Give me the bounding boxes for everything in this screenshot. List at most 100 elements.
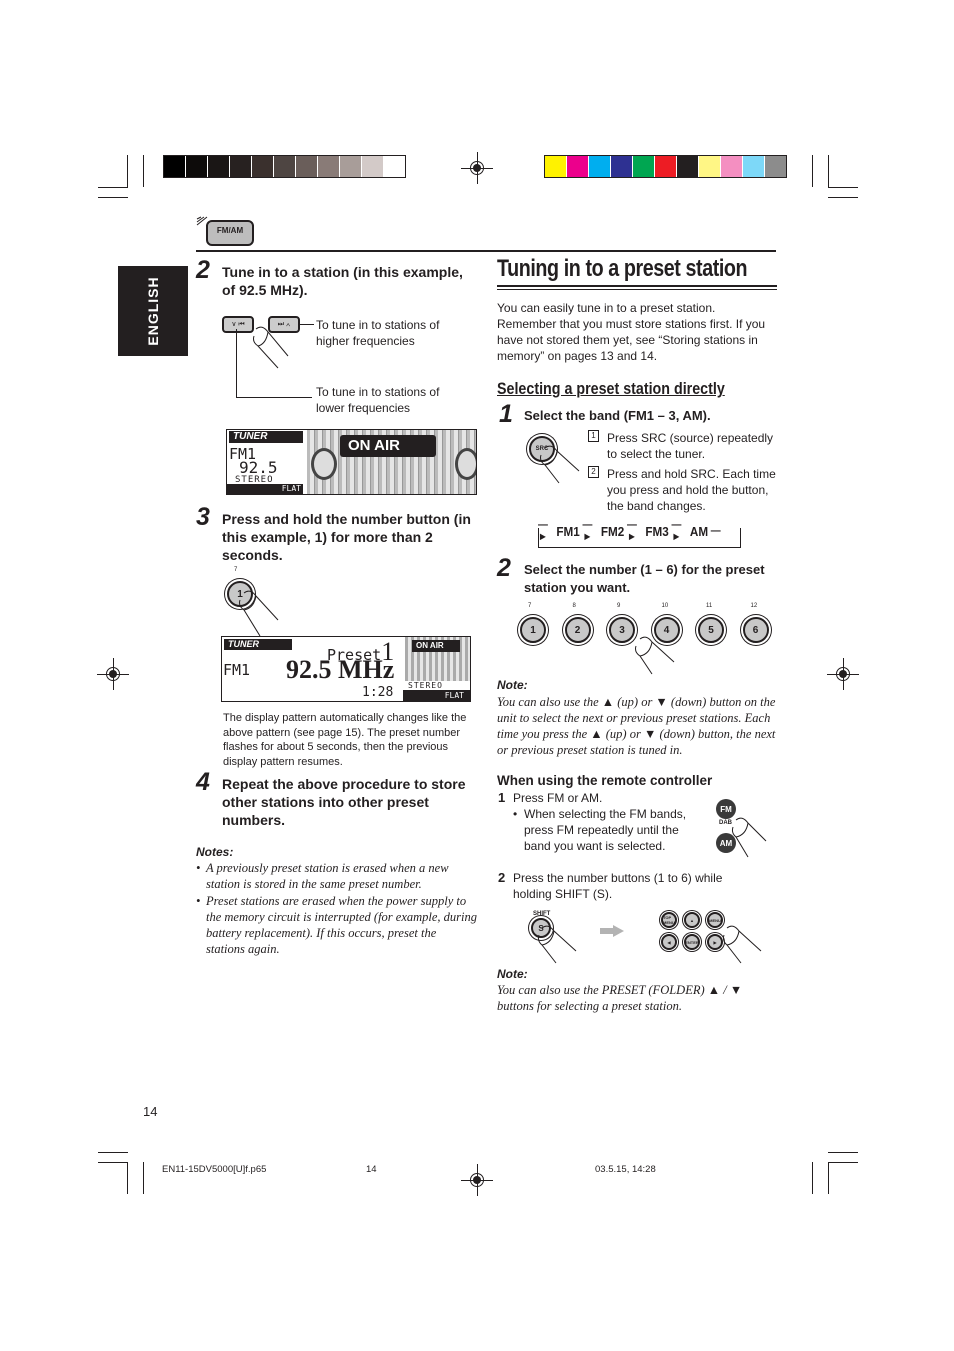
footer-timestamp: 03.5.15, 14:28 (595, 1164, 656, 1175)
color-swatch (699, 156, 721, 177)
note-title: Note: (497, 678, 528, 692)
eq-indicator: FLAT (227, 484, 303, 494)
fm-am-mode-icon: FM/AM (206, 220, 254, 246)
crop-mark (828, 197, 858, 198)
color-swatch (677, 156, 699, 177)
crop-mark (828, 1162, 829, 1194)
onair-badge: ON AIR (412, 640, 460, 652)
language-tab-label: ENGLISH (145, 276, 161, 346)
gray-swatch (274, 156, 296, 177)
substep-item: 1 Press SRC (source) repeatedly to select… (588, 430, 778, 462)
remote-key[interactable]: TOP MENU (661, 912, 677, 928)
gray-swatch (230, 156, 252, 177)
tuner-logo: TUNER (224, 639, 292, 650)
crop-mark (828, 187, 858, 188)
color-swatch (655, 156, 677, 177)
gray-swatch (318, 156, 340, 177)
callout-higher: To tune in to stations of higher frequen… (316, 318, 440, 348)
crop-mark (98, 1162, 128, 1163)
page-number: 14 (143, 1104, 158, 1119)
preset-secondary-label: 7 (528, 603, 532, 609)
gray-swatch (186, 156, 208, 177)
preset-secondary-label: 9 (617, 603, 621, 609)
band-fm3: FM3 (645, 523, 669, 539)
crop-mark (127, 1162, 128, 1194)
intro-text: You can easily tune in to a preset stati… (497, 301, 766, 363)
color-swatch (743, 156, 765, 177)
gray-swatch (252, 156, 274, 177)
finger-press-icon (239, 590, 279, 637)
preset-button-6[interactable]: 6 (742, 617, 769, 643)
substep-item: 2 Press and hold SRC. Each time you press… (588, 466, 778, 514)
crop-mark (812, 1162, 813, 1194)
display-caption: The display pattern automatically change… (223, 712, 467, 768)
crop-mark (98, 197, 128, 198)
preset-button-1[interactable]: 1 (520, 617, 546, 643)
step-number: 2 (196, 256, 210, 284)
remote-key[interactable]: ◀ (661, 934, 677, 950)
gray-swatch (384, 156, 405, 177)
remote-step-number: 2 (498, 870, 506, 885)
tuner-logo: TUNER (229, 431, 303, 443)
preset-button-2[interactable]: 2 (564, 617, 591, 643)
crop-mark (98, 187, 128, 188)
crop-mark (143, 1162, 144, 1194)
callout-line (236, 397, 312, 398)
note-title: Note: (497, 967, 528, 981)
note-item: • A previously preset station is erased w… (196, 861, 449, 891)
crop-mark (828, 1152, 858, 1153)
preset-secondary-label: 10 (661, 603, 669, 609)
band-label: FM1 (223, 661, 251, 679)
frequency-label: 92.5 MHz (286, 655, 395, 684)
remote-fm-button[interactable]: FM (716, 799, 736, 819)
preset-secondary-label: 8 (572, 603, 576, 609)
speaker-icon (311, 448, 337, 480)
gray-swatch (208, 156, 230, 177)
color-swatch (765, 156, 786, 177)
eq-indicator: FLAT (403, 690, 470, 701)
step-number: 1 (499, 400, 513, 428)
color-swatch (611, 156, 633, 177)
step-number: 4 (196, 768, 210, 796)
step-heading: Select the band (FM1 – 3, AM). (524, 408, 711, 423)
finger-press-icon (635, 636, 675, 675)
stereo-indicator: STEREO (408, 681, 443, 690)
registration-mark-icon (827, 658, 859, 690)
remote-key[interactable]: ENTER (684, 934, 700, 950)
step-heading: Press and hold the number button (in thi… (222, 511, 471, 563)
title-rule (497, 285, 777, 287)
registration-mark-icon (461, 152, 493, 184)
remote-heading: When using the remote controller (497, 773, 713, 788)
gray-swatch (164, 156, 186, 177)
preset-secondary-label: 12 (750, 603, 758, 609)
button-secondary-label: 7 (234, 567, 238, 573)
crop-mark (98, 1152, 128, 1153)
onair-badge: ON AIR (340, 435, 436, 457)
preset-secondary-label: 11 (706, 603, 713, 609)
footer-sheet: 14 (366, 1164, 377, 1175)
tuner-display-2: TUNER FM1 Preset1 92.5 MHz 1:28 ON AIR S… (221, 636, 471, 702)
remote-key[interactable]: ▲ (684, 912, 700, 928)
finger-press-icon (722, 925, 762, 964)
crop-mark (828, 155, 829, 187)
note-item: • Preset stations are erased when the pow… (196, 894, 478, 956)
band-cycle-diagram: —► FM1 —► FM2 —► FM3 —► AM — (538, 518, 741, 548)
remote-step-text: Press the number buttons (1 to 6) while … (513, 871, 723, 901)
step-heading: Tune in to a station (in this example, o… (222, 264, 463, 298)
color-calibration-bar (544, 155, 787, 178)
step-number: 2 (497, 554, 511, 582)
clock-label: 1:28 (362, 685, 394, 700)
arrow-right-icon (600, 928, 614, 934)
callout-line (298, 324, 314, 325)
band-fm2: FM2 (600, 523, 625, 539)
preset-button-5[interactable]: 5 (698, 617, 724, 643)
gray-swatch (296, 156, 318, 177)
footer-filename: EN11-15DV5000[U]f.p65 (162, 1164, 267, 1175)
page-title: Tuning in to a preset station (497, 255, 748, 282)
arrow-right-icon (613, 925, 624, 937)
color-swatch (721, 156, 743, 177)
gray-swatch (362, 156, 384, 177)
language-tab: ENGLISH (118, 266, 188, 356)
crop-mark (812, 155, 813, 187)
shift-label: SHIFT (533, 911, 551, 917)
